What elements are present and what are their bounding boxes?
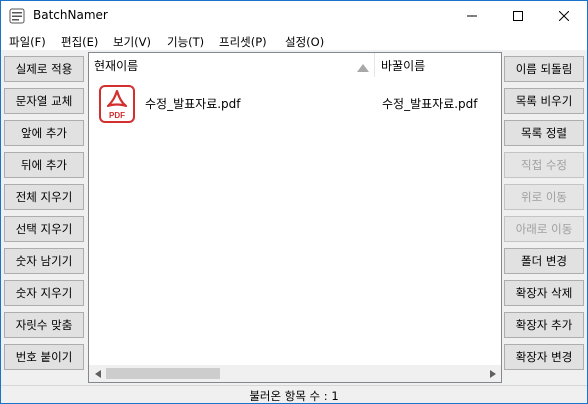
add-extension-button[interactable]: 확장자 추가 bbox=[504, 312, 584, 338]
pad-digits-button[interactable]: 자릿수 맞춤 bbox=[4, 312, 84, 338]
current-name-cell: 수정_발표자료.pdf bbox=[145, 97, 241, 111]
loaded-count-status: 불러온 항목 수 : 1 bbox=[249, 389, 339, 403]
window-title: BatchNamer bbox=[33, 8, 108, 22]
change-folder-button[interactable]: 폴더 변경 bbox=[504, 248, 584, 274]
column-divider[interactable] bbox=[374, 53, 375, 77]
apply-button[interactable]: 실제로 적용 bbox=[4, 56, 84, 82]
close-button[interactable] bbox=[541, 1, 587, 31]
menu-edit[interactable]: 편집(E) bbox=[61, 34, 98, 50]
menu-view[interactable]: 보기(V) bbox=[113, 34, 151, 50]
scroll-right-arrow-icon[interactable] bbox=[484, 365, 501, 382]
column-current-name[interactable]: 현재이름 bbox=[94, 57, 138, 74]
scroll-left-arrow-icon[interactable] bbox=[89, 365, 106, 382]
edit-directly-button[interactable]: 직접 수정 bbox=[504, 152, 584, 178]
menu-settings[interactable]: 설정(O) bbox=[285, 34, 324, 50]
move-up-button[interactable]: 위로 이동 bbox=[504, 184, 584, 210]
sort-ascending-icon bbox=[357, 61, 369, 75]
revert-names-button[interactable]: 이름 되돌림 bbox=[504, 56, 584, 82]
menu-function[interactable]: 기능(T) bbox=[167, 34, 204, 50]
clear-list-button[interactable]: 목록 비우기 bbox=[504, 88, 584, 114]
add-suffix-button[interactable]: 뒤에 추가 bbox=[4, 152, 84, 178]
pdf-icon-label: PDF bbox=[109, 111, 125, 120]
title-bar[interactable]: BatchNamer bbox=[1, 1, 587, 31]
new-name-cell: 수정_발표자료.pdf bbox=[382, 97, 478, 111]
scroll-thumb[interactable] bbox=[106, 368, 220, 379]
add-numbering-button[interactable]: 번호 붙이기 bbox=[4, 344, 84, 370]
maximize-button[interactable] bbox=[495, 1, 541, 31]
add-prefix-button[interactable]: 앞에 추가 bbox=[4, 120, 84, 146]
clear-selection-button[interactable]: 선택 지우기 bbox=[4, 216, 84, 242]
column-new-name[interactable]: 바꿀이름 bbox=[381, 57, 425, 74]
list-header: 현재이름 바꿀이름 bbox=[89, 53, 501, 77]
keep-numbers-button[interactable]: 숫자 남기기 bbox=[4, 248, 84, 274]
minimize-button[interactable] bbox=[449, 1, 495, 31]
clear-all-button[interactable]: 전체 지우기 bbox=[4, 184, 84, 210]
pdf-file-icon: PDF bbox=[99, 85, 135, 123]
replace-string-button[interactable]: 문자열 교체 bbox=[4, 88, 84, 114]
move-down-button[interactable]: 아래로 이동 bbox=[504, 216, 584, 242]
status-bar: 불러온 항목 수 : 1 bbox=[1, 385, 587, 403]
horizontal-scrollbar[interactable] bbox=[89, 365, 501, 382]
sort-list-button[interactable]: 목록 정렬 bbox=[504, 120, 584, 146]
table-row[interactable]: PDF 수정_발표자료.pdf 수정_발표자료.pdf bbox=[89, 81, 501, 125]
menu-file[interactable]: 파일(F) bbox=[9, 34, 46, 50]
file-list[interactable]: 현재이름 바꿀이름 PDF 수정_발표자료.pdf 수정_발표자료.pdf bbox=[88, 52, 502, 383]
app-icon bbox=[9, 8, 25, 24]
change-extension-button[interactable]: 확장자 변경 bbox=[504, 344, 584, 370]
menu-bar: 파일(F) 편집(E) 보기(V) 기능(T) 프리셋(P) 설정(O) bbox=[1, 31, 587, 51]
delete-extension-button[interactable]: 확장자 삭제 bbox=[504, 280, 584, 306]
app-window: BatchNamer 파일(F) 편집(E) 보기(V) 기능(T) 프리셋(P… bbox=[0, 0, 588, 404]
menu-preset[interactable]: 프리셋(P) bbox=[219, 34, 267, 50]
remove-numbers-button[interactable]: 숫자 지우기 bbox=[4, 280, 84, 306]
